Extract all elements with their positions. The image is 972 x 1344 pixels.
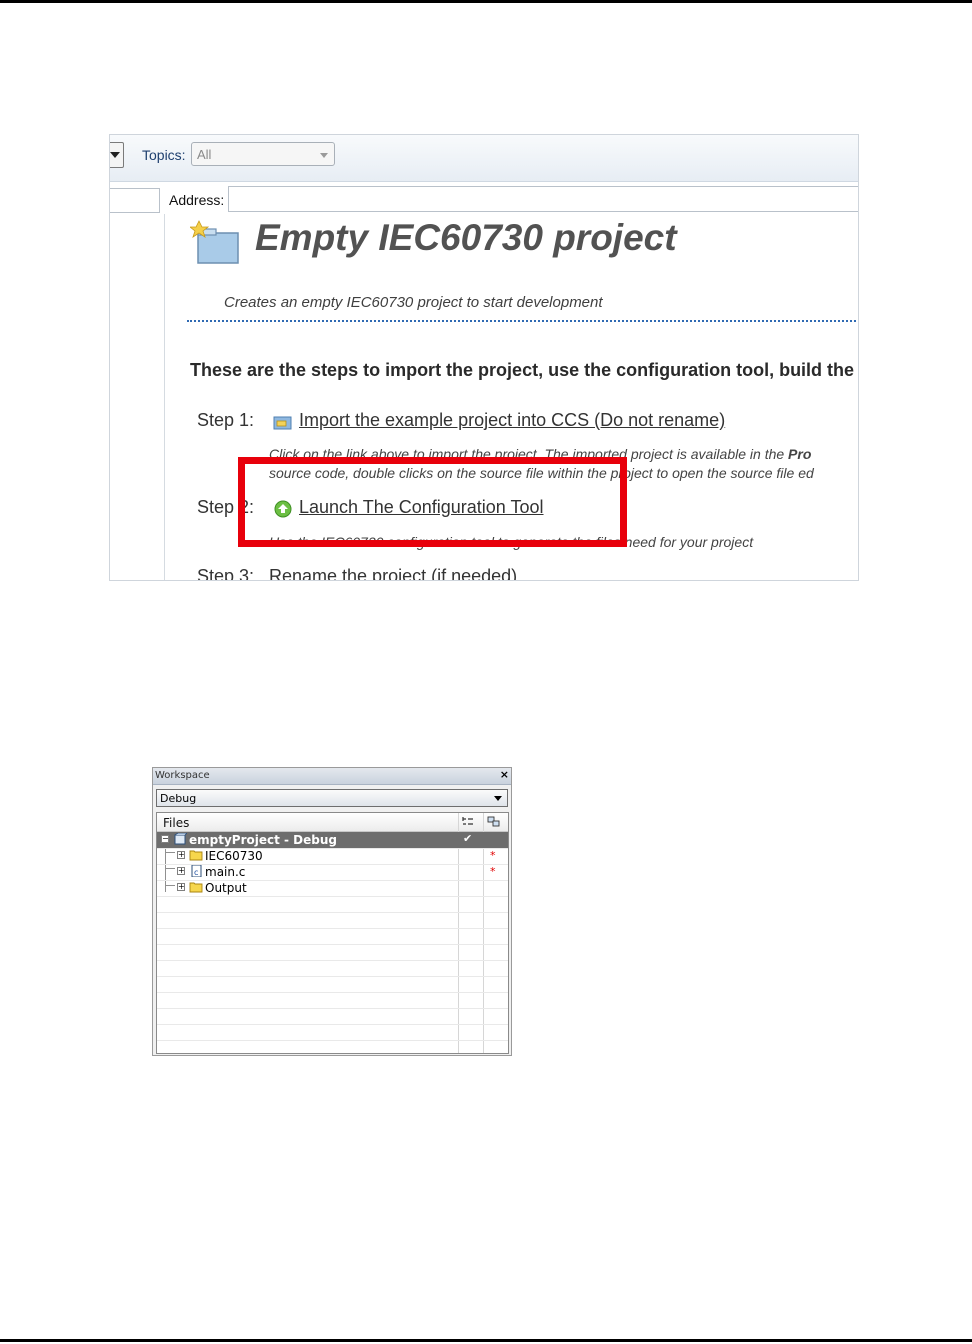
chevron-down-icon — [494, 796, 502, 801]
expand-icon[interactable]: + — [177, 883, 185, 891]
dropdown-button[interactable] — [110, 142, 124, 168]
tree-row-label: IEC60730 — [205, 849, 263, 863]
separator — [187, 320, 858, 322]
modified-marker: * — [490, 865, 496, 878]
page-title: Empty IEC60730 project — [255, 217, 677, 258]
topics-select-value: All — [197, 147, 212, 162]
address-label: Address: — [169, 192, 225, 208]
configuration-select[interactable]: Debug — [156, 789, 508, 807]
svg-text:c: c — [194, 868, 198, 877]
address-input[interactable] — [228, 186, 858, 212]
workspace-titlebar: Workspace × — [153, 768, 511, 785]
project-folder-icon — [190, 220, 239, 264]
import-icon — [273, 416, 292, 430]
chevron-down-icon — [320, 153, 328, 158]
expand-icon[interactable]: + — [177, 851, 185, 859]
step-3-label: Step 3: — [197, 566, 255, 581]
folder-icon — [189, 882, 203, 893]
search-input[interactable] — [110, 188, 160, 213]
empty-row — [157, 1040, 508, 1053]
intro-text: These are the steps to import the projec… — [190, 360, 855, 380]
make-icon[interactable] — [487, 816, 501, 828]
tree-row-label: emptyProject - Debug — [189, 833, 338, 847]
empty-row — [157, 944, 508, 961]
files-tree: Files − emptyProject - Debug ✔ + IEC6073… — [156, 812, 509, 1054]
bottom-rule — [0, 1339, 972, 1342]
modified-marker: * — [490, 849, 496, 862]
configuration-value: Debug — [160, 792, 197, 805]
tree-row-label: Output — [205, 881, 247, 895]
project-icon — [174, 833, 187, 845]
collapse-icon[interactable]: − — [161, 835, 169, 843]
chevron-down-icon — [110, 152, 120, 158]
tree-row-label: main.c — [205, 865, 246, 879]
page-subtitle: Creates an empty IEC60730 project to sta… — [224, 294, 603, 311]
expand-icon[interactable]: + — [177, 867, 185, 875]
topics-select[interactable]: All — [191, 142, 335, 166]
checkmark-icon: ✔ — [463, 832, 473, 845]
folder-icon — [189, 850, 203, 861]
import-project-link[interactable]: Import the example project into CCS (Do … — [299, 410, 725, 431]
highlight-box — [238, 457, 627, 547]
workspace-panel: Workspace × Debug Files − emptyProject -… — [152, 767, 512, 1056]
step-1-description-bold: Pro — [788, 446, 812, 462]
step-1-label: Step 1: — [197, 410, 255, 430]
empty-row — [157, 992, 508, 1009]
tree-row-output[interactable]: + Output — [157, 880, 508, 897]
topics-label: Topics: — [142, 147, 186, 163]
empty-row — [157, 1008, 508, 1025]
options-icon[interactable] — [461, 816, 475, 828]
c-file-icon: c — [191, 865, 202, 877]
top-rule — [0, 0, 972, 3]
tree-row-project[interactable]: − emptyProject - Debug ✔ — [157, 832, 508, 849]
close-icon[interactable]: × — [500, 768, 509, 781]
empty-row — [157, 928, 508, 945]
workspace-title: Workspace — [155, 770, 210, 781]
empty-row — [157, 1024, 508, 1041]
step-3-text: Rename the project (if needed) — [269, 566, 518, 581]
files-header: Files — [157, 813, 508, 832]
empty-row — [157, 912, 508, 929]
tree-row-iec60730[interactable]: + IEC60730 * — [157, 848, 508, 865]
tree-row-main-c[interactable]: + c main.c * — [157, 864, 508, 881]
empty-row — [157, 960, 508, 977]
toolbar: Topics: All — [110, 135, 858, 182]
empty-row — [157, 976, 508, 993]
files-column-header: Files — [163, 816, 190, 830]
empty-row — [157, 896, 508, 913]
